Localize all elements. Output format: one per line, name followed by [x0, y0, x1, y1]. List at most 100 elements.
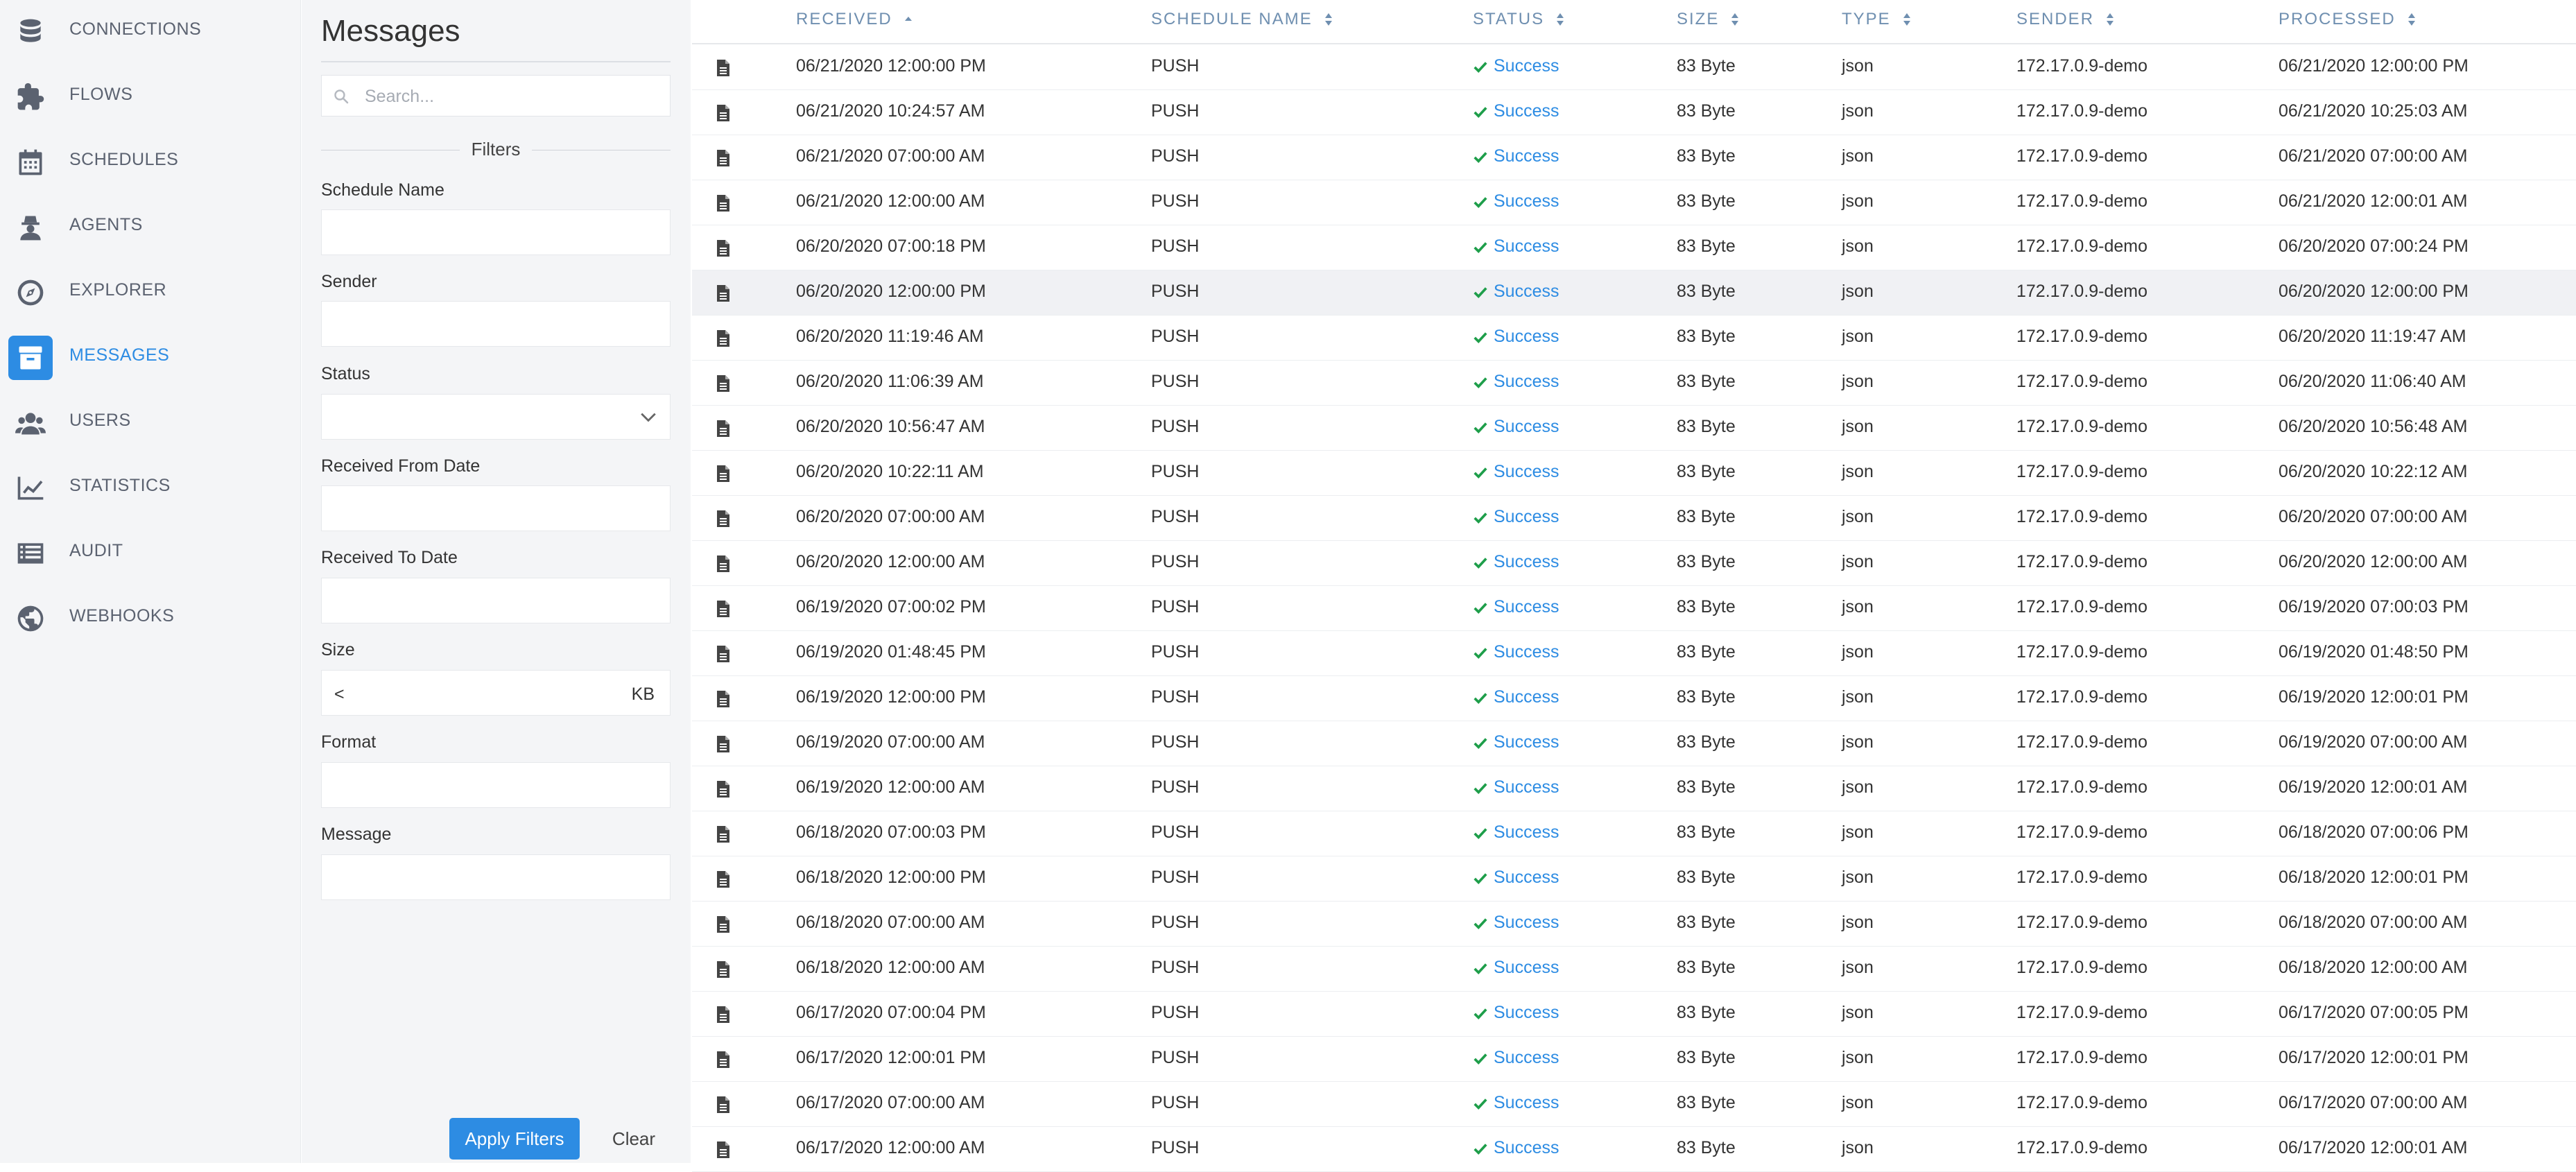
table-row[interactable]: 06/20/2020 11:19:46 AM PUSH Success 83 Byte… [692, 316, 2576, 361]
nav-item-messages[interactable]: MESSAGES [0, 326, 301, 388]
nav-item-explorer[interactable]: EXPLORER [0, 261, 301, 323]
table-row[interactable]: 06/17/2020 12:00:00 AM PUSH Success 83 Byte… [692, 1127, 2576, 1172]
apply-filters-button[interactable]: Apply Filters [449, 1118, 580, 1160]
document-icon[interactable] [716, 104, 731, 122]
cell-type: json [1842, 282, 1874, 301]
table-row[interactable]: 06/19/2020 07:00:00 AM PUSH Success 83 Byte… [692, 721, 2576, 766]
document-icon[interactable] [716, 600, 731, 618]
document-icon[interactable] [716, 1051, 731, 1069]
table-row[interactable]: 06/21/2020 10:24:57 AM PUSH Success 83 Byte… [692, 90, 2576, 135]
document-icon[interactable] [716, 690, 731, 708]
schedule-name-input[interactable] [322, 210, 670, 255]
clear-button[interactable]: Clear [598, 1118, 670, 1160]
column-header-type[interactable]: TYPE [1842, 10, 1912, 29]
received-to-input[interactable] [322, 578, 670, 623]
document-icon[interactable] [716, 59, 731, 77]
nav-item-flows[interactable]: FLOWS [0, 65, 301, 128]
document-icon[interactable] [716, 239, 731, 257]
cell-sender: 172.17.0.9-demo [2016, 462, 2148, 481]
message-field[interactable] [321, 854, 671, 900]
document-icon[interactable] [716, 555, 731, 573]
cell-size: 83 Byte [1677, 913, 1736, 932]
nav-item-webhooks[interactable]: WEBHOOKS [0, 587, 301, 649]
table-row[interactable]: 06/19/2020 12:00:00 AM PUSH Success 83 Byte… [692, 766, 2576, 811]
table-row[interactable]: 06/21/2020 12:00:00 PM PUSH Success 83 Byte… [692, 45, 2576, 90]
document-icon[interactable] [716, 510, 731, 528]
column-header-processed[interactable]: PROCESSED [2279, 10, 2417, 29]
check-icon [1473, 241, 1487, 253]
document-icon[interactable] [716, 194, 731, 212]
table-row[interactable]: 06/21/2020 12:00:00 AM PUSH Success 83 Byte… [692, 180, 2576, 225]
table-row[interactable]: 06/18/2020 07:00:00 AM PUSH Success 83 Byte… [692, 902, 2576, 947]
document-icon[interactable] [716, 645, 731, 663]
status-select[interactable] [321, 394, 671, 440]
document-icon[interactable] [716, 465, 731, 483]
table-row[interactable]: 06/20/2020 12:00:00 PM PUSH Success 83 Byte… [692, 270, 2576, 316]
table-row[interactable]: 06/20/2020 11:06:39 AM PUSH Success 83 Byte… [692, 361, 2576, 406]
status-text: Success [1494, 101, 1559, 121]
document-icon[interactable] [716, 420, 731, 438]
document-icon[interactable] [716, 735, 731, 753]
received-from-field[interactable] [321, 485, 671, 531]
document-icon[interactable] [716, 149, 731, 167]
document-icon[interactable] [716, 329, 731, 347]
size-operator[interactable]: < [334, 684, 345, 705]
message-input[interactable] [322, 855, 670, 899]
status-text: Success [1494, 417, 1559, 436]
cell-schedule-name: PUSH [1151, 191, 1200, 211]
status-text: Success [1494, 1093, 1559, 1112]
document-icon[interactable] [716, 374, 731, 393]
column-header-status[interactable]: STATUS [1473, 10, 1565, 29]
status-text: Success [1494, 913, 1559, 932]
table-row[interactable]: 06/18/2020 12:00:00 AM PUSH Success 83 Byte… [692, 947, 2576, 992]
nav-item-schedules[interactable]: SCHEDULES [0, 130, 301, 193]
line-chart-icon [8, 466, 53, 510]
received-to-field[interactable] [321, 578, 671, 623]
column-header-sender[interactable]: SENDER [2016, 10, 2115, 29]
check-icon [1473, 1143, 1487, 1155]
nav-label: MESSAGES [69, 345, 170, 365]
sender-input[interactable] [322, 302, 670, 346]
table-row[interactable]: 06/21/2020 07:00:00 AM PUSH Success 83 Byte… [692, 135, 2576, 180]
document-icon[interactable] [716, 284, 731, 302]
nav-item-statistics[interactable]: STATISTICS [0, 456, 301, 519]
nav-item-agents[interactable]: AGENTS [0, 196, 301, 258]
table-row[interactable]: 06/20/2020 07:00:18 PM PUSH Success 83 Byte… [692, 225, 2576, 270]
sender-field[interactable] [321, 301, 671, 347]
table-row[interactable]: 06/20/2020 12:00:00 AM PUSH Success 83 Byte… [692, 541, 2576, 586]
format-input[interactable] [322, 763, 670, 807]
column-header-size[interactable]: SIZE [1677, 10, 1740, 29]
nav-item-connections[interactable]: CONNECTIONS [0, 0, 301, 62]
table-row[interactable]: 06/19/2020 07:00:02 PM PUSH Success 83 Byte… [692, 586, 2576, 631]
table-row[interactable]: 06/19/2020 12:00:00 PM PUSH Success 83 Byte… [692, 676, 2576, 721]
table-row[interactable]: 06/20/2020 10:56:47 AM PUSH Success 83 Byte… [692, 406, 2576, 451]
received-from-input[interactable] [322, 486, 670, 531]
document-icon[interactable] [716, 1096, 731, 1114]
document-icon[interactable] [716, 1006, 731, 1024]
schedule-name-field[interactable] [321, 209, 671, 255]
size-field[interactable]: < KB [321, 670, 671, 716]
format-field[interactable] [321, 762, 671, 808]
table-row[interactable]: 06/17/2020 07:00:00 AM PUSH Success 83 Byte… [692, 1082, 2576, 1127]
table-row[interactable]: 06/18/2020 12:00:00 PM PUSH Success 83 Byte… [692, 856, 2576, 902]
document-icon[interactable] [716, 870, 731, 888]
nav-item-audit[interactable]: AUDIT [0, 522, 301, 584]
document-icon[interactable] [716, 1141, 731, 1159]
table-row[interactable]: 06/18/2020 07:00:03 PM PUSH Success 83 Byte… [692, 811, 2576, 856]
document-icon[interactable] [716, 780, 731, 798]
sort-icon [2408, 13, 2415, 26]
column-header-received[interactable]: RECEIVED [796, 10, 913, 29]
nav-item-users[interactable]: USERS [0, 391, 301, 454]
cell-received: 06/17/2020 07:00:04 PM [796, 1003, 986, 1022]
table-row[interactable]: 06/20/2020 10:22:11 AM PUSH Success 83 Byte… [692, 451, 2576, 496]
document-icon[interactable] [716, 960, 731, 979]
search-box[interactable] [321, 75, 671, 117]
document-icon[interactable] [716, 825, 731, 843]
search-input[interactable] [363, 83, 664, 110]
document-icon[interactable] [716, 915, 731, 933]
table-row[interactable]: 06/17/2020 12:00:01 PM PUSH Success 83 Byte… [692, 1037, 2576, 1082]
table-row[interactable]: 06/17/2020 07:00:04 PM PUSH Success 83 Byte… [692, 992, 2576, 1037]
table-row[interactable]: 06/19/2020 01:48:45 PM PUSH Success 83 Byte… [692, 631, 2576, 676]
table-row[interactable]: 06/20/2020 07:00:00 AM PUSH Success 83 Byte… [692, 496, 2576, 541]
column-header-schedule-name[interactable]: SCHEDULE NAME [1151, 10, 1333, 29]
